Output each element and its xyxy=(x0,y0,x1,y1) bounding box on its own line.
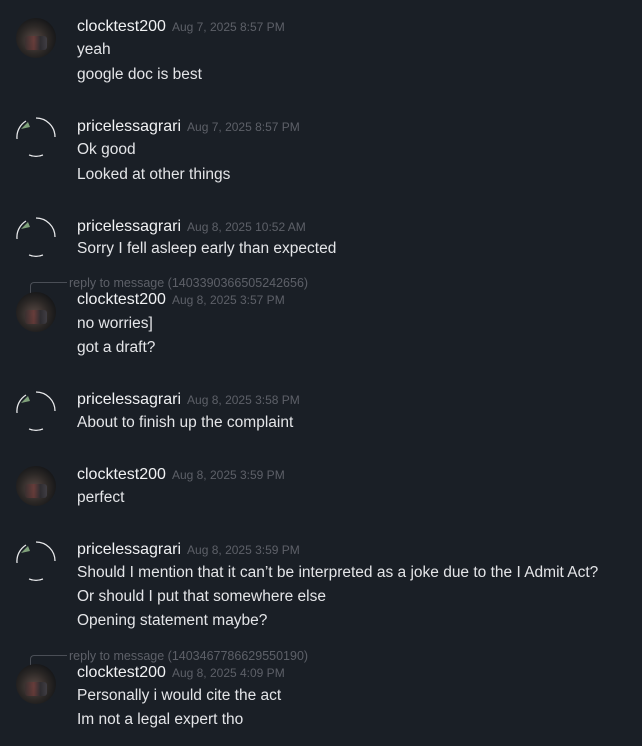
avatar[interactable] xyxy=(16,541,56,581)
message-header: clocktest200 Aug 8, 2025 3:59 PM xyxy=(77,466,285,484)
message-line: Ok good xyxy=(77,141,136,158)
username[interactable]: clocktest200 xyxy=(77,466,166,483)
username[interactable]: pricelessagrari xyxy=(77,118,181,135)
username[interactable]: pricelessagrari xyxy=(77,218,181,235)
message-header: clocktest200 Aug 7, 2025 8:57 PM xyxy=(77,18,285,36)
timestamp: Aug 8, 2025 3:59 PM xyxy=(187,543,300,557)
message-header: pricelessagrari Aug 8, 2025 3:59 PM xyxy=(77,541,300,559)
message-line: About to finish up the complaint xyxy=(77,414,294,431)
username[interactable]: clocktest200 xyxy=(77,664,166,681)
username[interactable]: clocktest200 xyxy=(77,18,166,35)
message-line: Or should I put that somewhere else xyxy=(77,588,326,605)
timestamp: Aug 8, 2025 4:09 PM xyxy=(171,666,285,680)
message-line: yeah xyxy=(77,41,111,58)
username[interactable]: clocktest200 xyxy=(77,291,166,308)
username[interactable]: pricelessagrari xyxy=(77,541,181,558)
timestamp: Aug 8, 2025 3:58 PM xyxy=(187,393,300,407)
message-line: Should I mention that it can’t be interp… xyxy=(77,564,599,581)
timestamp: Aug 7, 2025 8:57 PM xyxy=(187,120,300,134)
username[interactable]: pricelessagrari xyxy=(77,391,181,408)
message-line: perfect xyxy=(77,489,125,506)
message-header: clocktest200 Aug 8, 2025 4:09 PM xyxy=(77,664,285,682)
chat-log: clocktest200 Aug 7, 2025 8:57 PM yeah goo… xyxy=(0,0,642,746)
avatar[interactable] xyxy=(16,117,56,157)
avatar[interactable] xyxy=(16,217,56,257)
timestamp: Aug 8, 2025 3:57 PM xyxy=(171,293,285,307)
timestamp: Aug 8, 2025 3:59 PM xyxy=(171,468,285,482)
reply-label[interactable]: reply to message (1403390366505242656) xyxy=(69,276,308,290)
message-line: Personally i would cite the act xyxy=(77,687,282,704)
message-header: pricelessagrari Aug 7, 2025 8:57 PM xyxy=(77,118,300,136)
message-line: Opening statement maybe? xyxy=(77,612,268,629)
message-line: google doc is best xyxy=(77,66,202,83)
reply-label[interactable]: reply to message (1403467786629550190) xyxy=(69,649,308,663)
avatar[interactable] xyxy=(16,18,56,58)
avatar[interactable] xyxy=(16,466,56,506)
message-header: clocktest200 Aug 8, 2025 3:57 PM xyxy=(77,291,285,309)
avatar[interactable] xyxy=(16,391,56,431)
message-line: no worries] xyxy=(77,315,153,332)
avatar[interactable] xyxy=(16,664,56,704)
message-line: Looked at other things xyxy=(77,166,231,183)
message-header: pricelessagrari Aug 8, 2025 3:58 PM xyxy=(77,391,300,409)
message-line: got a draft? xyxy=(77,339,156,356)
message-line: Im not a legal expert tho xyxy=(77,711,244,728)
message-header: pricelessagrari Aug 8, 2025 10:52 AM xyxy=(77,218,306,236)
avatar[interactable] xyxy=(16,292,56,332)
timestamp: Aug 8, 2025 10:52 AM xyxy=(187,220,306,234)
message-line: Sorry I fell asleep early than expected xyxy=(77,240,337,257)
timestamp: Aug 7, 2025 8:57 PM xyxy=(171,20,285,34)
